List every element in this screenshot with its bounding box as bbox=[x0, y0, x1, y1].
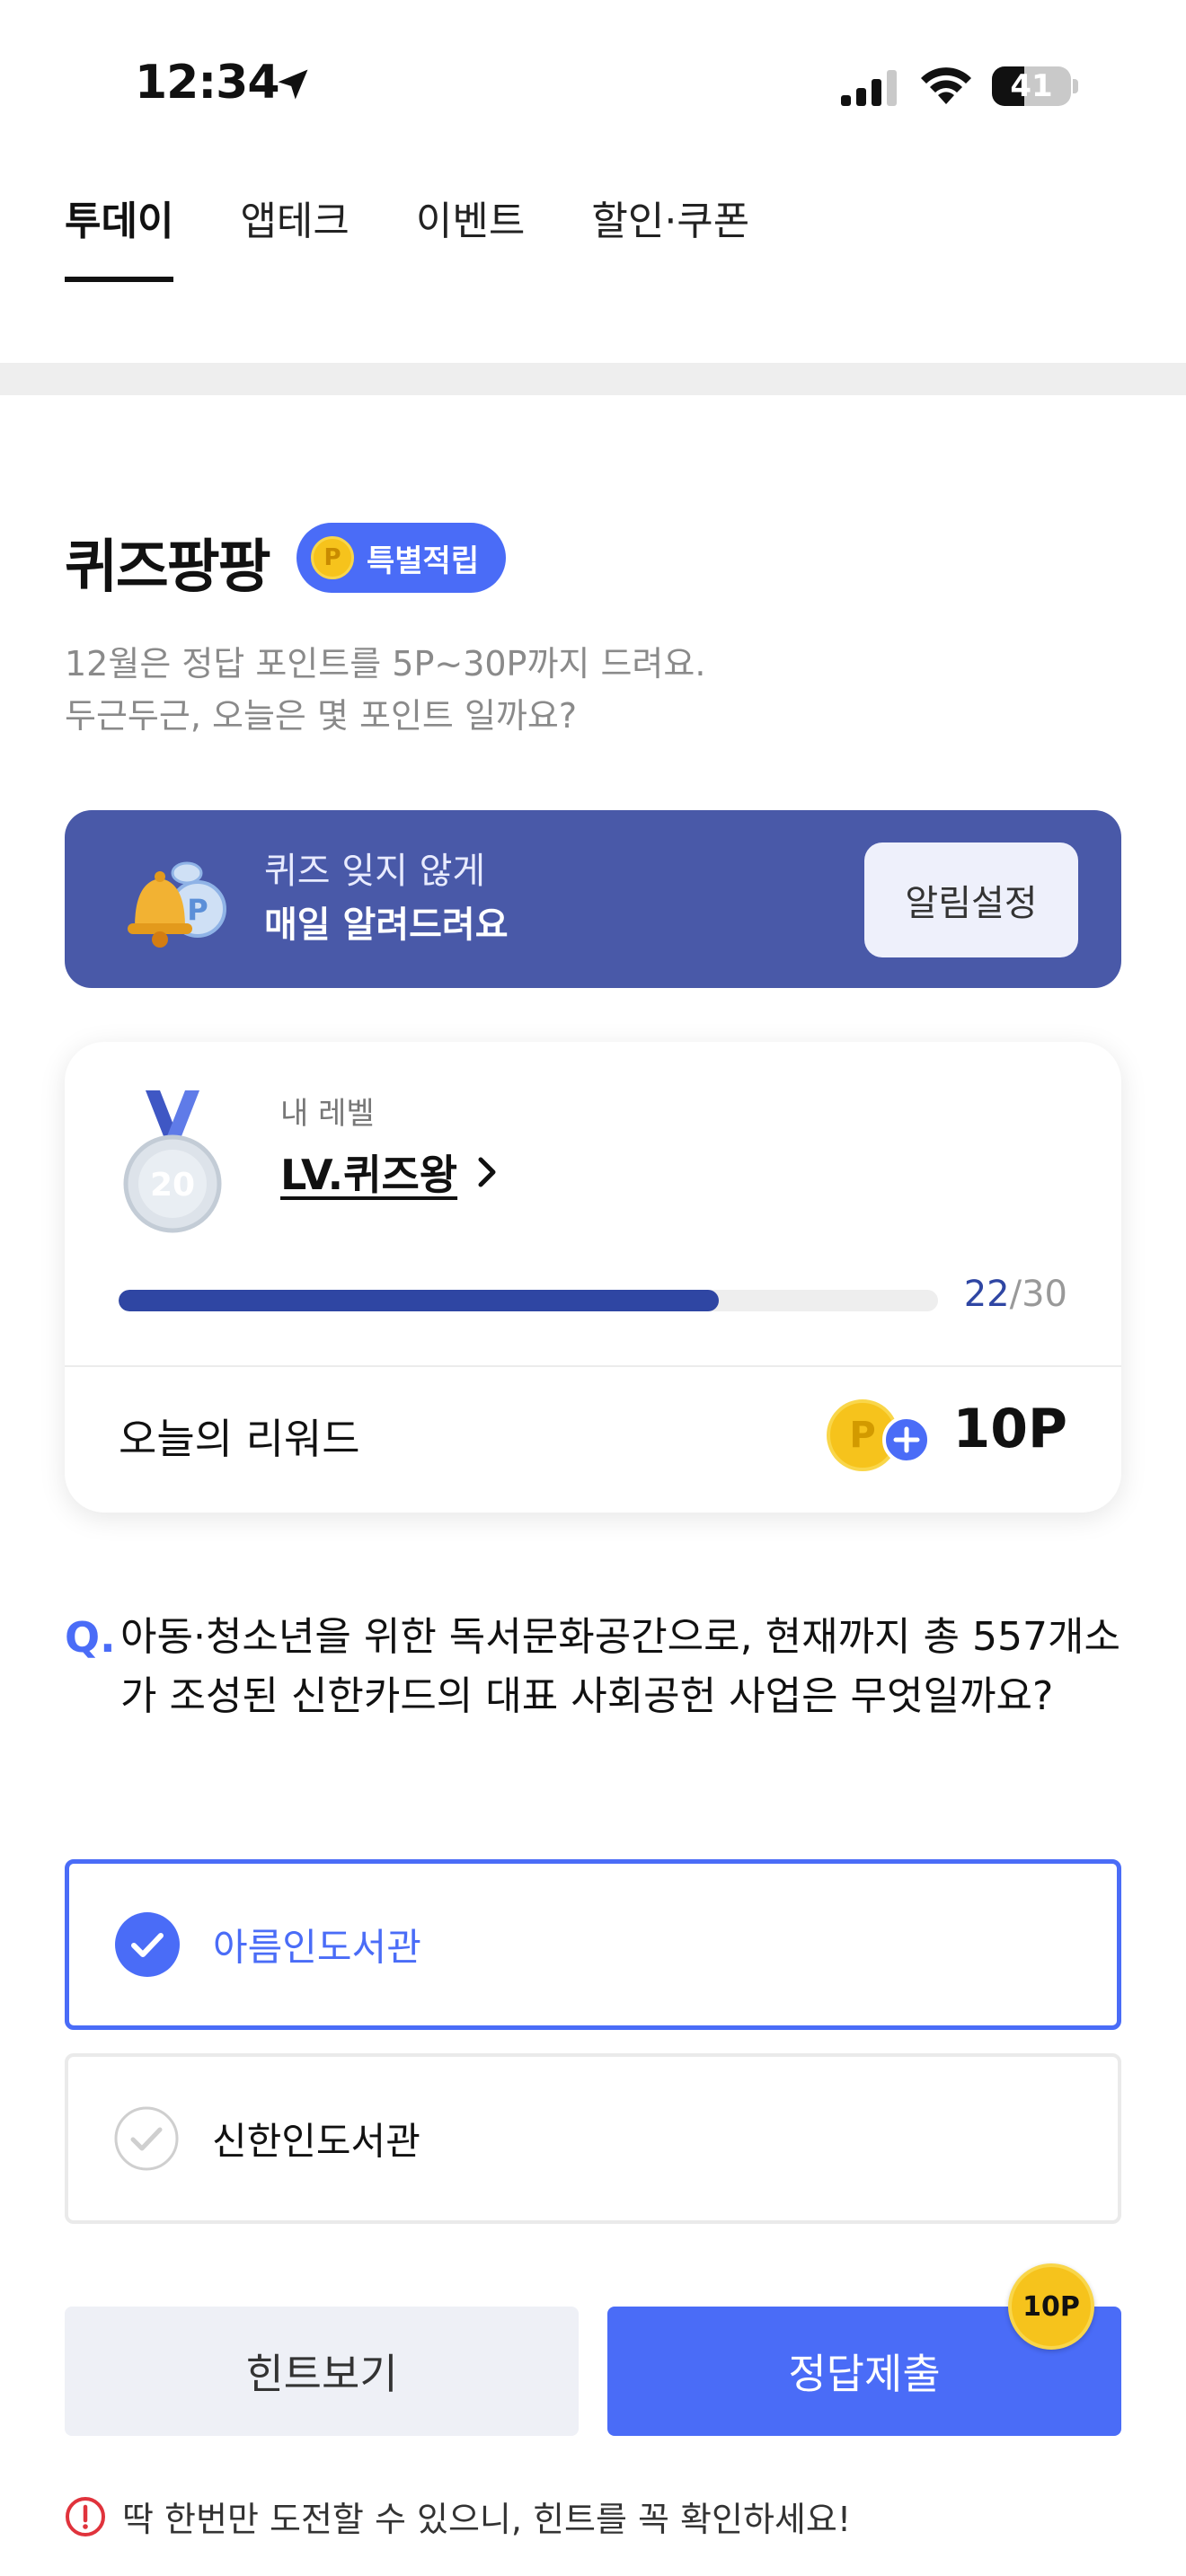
special-badge-label: 특별적립 bbox=[367, 543, 480, 579]
question-text: 아동·청소년을 위한 독서문화공간으로, 현재까지 총 557개소가 조성된 신… bbox=[120, 1614, 1120, 1719]
check-circle-outline-icon bbox=[114, 2106, 179, 2171]
card-divider bbox=[65, 1365, 1121, 1367]
bell-coin-icon: P bbox=[128, 861, 226, 948]
level-link[interactable]: LV.퀴즈왕 bbox=[280, 1142, 502, 1202]
hint-button[interactable]: 힌트보기 bbox=[65, 2307, 579, 2436]
tab-3[interactable]: 할인·쿠폰 bbox=[591, 189, 749, 282]
notification-line1: 퀴즈 잊지 않게 bbox=[264, 851, 486, 892]
answer-option-label: 아름인도서관 bbox=[213, 1925, 421, 1970]
notification-text: 퀴즈 잊지 않게 매일 알려드려요 bbox=[264, 844, 509, 952]
reward-label: 오늘의 리워드 bbox=[119, 1415, 360, 1463]
special-reward-badge: P 특별적립 bbox=[296, 523, 507, 593]
answer-option-1[interactable]: 아름인도서관 bbox=[65, 1859, 1121, 2030]
question-marker: Q. bbox=[65, 1613, 116, 1662]
plus-circle-icon bbox=[882, 1416, 931, 1464]
status-bar: 12:34 41 bbox=[0, 0, 1186, 171]
chevron-right-icon bbox=[478, 1157, 496, 1187]
svg-text:P: P bbox=[187, 893, 208, 927]
quiz-description: 12월은 정답 포인트를 5P~30P까지 드려요. 두근두근, 오늘은 몇 포… bbox=[65, 638, 705, 742]
point-reward-badge: 10P bbox=[1008, 2263, 1094, 2350]
check-circle-filled-icon bbox=[115, 1912, 180, 1977]
exclamation-circle-icon bbox=[66, 2496, 105, 2536]
notification-banner: P 퀴즈 잊지 않게 매일 알려드려요 알림설정 bbox=[65, 810, 1121, 988]
point-coin-icon: P bbox=[311, 536, 354, 579]
answer-option-label: 신한인도서관 bbox=[212, 2119, 420, 2164]
quiz-description-line1: 12월은 정답 포인트를 5P~30P까지 드려요. bbox=[65, 644, 706, 684]
cellular-signal-icon bbox=[841, 70, 897, 106]
progress-current: 22 bbox=[963, 1274, 1010, 1315]
battery-indicator: 41 bbox=[992, 66, 1078, 106]
notification-settings-button[interactable]: 알림설정 bbox=[864, 842, 1078, 957]
level-name: LV.퀴즈왕 bbox=[280, 1151, 458, 1199]
notification-line2: 매일 알려드려요 bbox=[264, 904, 509, 946]
warning-text: 딱 한번만 도전할 수 있으니, 힌트를 꼭 확인하세요! bbox=[122, 2500, 852, 2539]
reward-value: 10P bbox=[952, 1398, 1067, 1460]
progress-total: /30 bbox=[1009, 1274, 1067, 1315]
status-time: 12:34 bbox=[135, 56, 280, 110]
tab-2[interactable]: 이벤트 bbox=[416, 189, 525, 282]
medal-icon: 20 bbox=[123, 1090, 222, 1233]
answer-option-2[interactable]: 신한인도서관 bbox=[65, 2053, 1121, 2224]
level-progress-count: 22/30 bbox=[964, 1274, 1067, 1315]
warning-notice: 딱 한번만 도전할 수 있으니, 힌트를 꼭 확인하세요! bbox=[65, 2492, 851, 2541]
tab-1[interactable]: 앱테크 bbox=[240, 189, 349, 282]
level-progress-bar bbox=[119, 1290, 938, 1311]
tab-0[interactable]: 투데이 bbox=[65, 189, 174, 282]
battery-percent: 41 bbox=[1010, 68, 1053, 104]
wifi-icon bbox=[921, 67, 971, 104]
top-tabs: 투데이 앱테크 이벤트 할인·쿠폰 bbox=[65, 189, 749, 282]
quiz-title: 퀴즈팡팡 bbox=[65, 534, 271, 601]
section-divider bbox=[0, 363, 1186, 395]
svg-text:20: 20 bbox=[150, 1167, 195, 1204]
level-caption: 내 레벨 bbox=[280, 1096, 375, 1132]
quiz-description-line2: 두근두근, 오늘은 몇 포인트 일까요? bbox=[65, 696, 578, 736]
level-card: 20 내 레벨 LV.퀴즈왕 22/30 오늘의 리워드 P 10P bbox=[65, 1042, 1121, 1513]
level-progress-fill bbox=[119, 1290, 720, 1311]
location-arrow-icon bbox=[278, 69, 308, 100]
